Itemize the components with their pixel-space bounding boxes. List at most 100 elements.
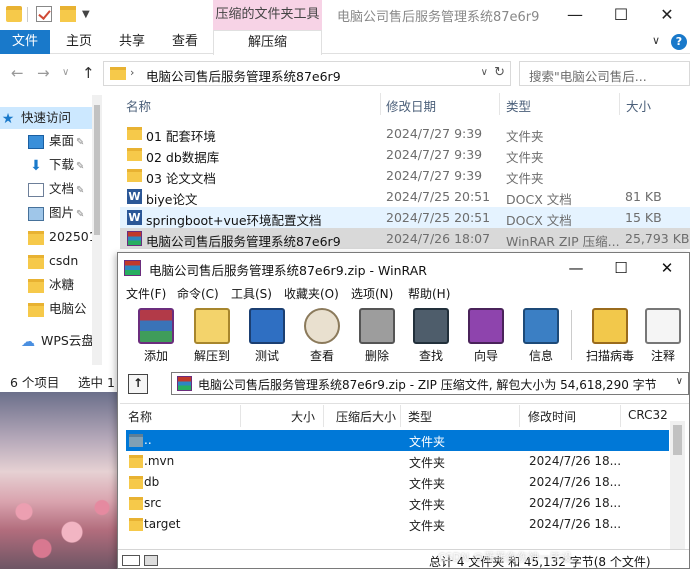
quick-access-dropdown-icon[interactable]: ▼	[82, 9, 90, 20]
maximize-button[interactable]: ☐	[598, 0, 644, 30]
file-row[interactable]: 01 配套环境 2024/7/27 9:39 文件夹	[120, 123, 690, 144]
find-button[interactable]: 查找	[406, 306, 456, 364]
sidebar-item-documents[interactable]: 文档 ✎	[0, 178, 100, 200]
delete-button[interactable]: 删除	[352, 306, 402, 364]
column-header-name[interactable]: 名称	[128, 408, 152, 425]
column-divider[interactable]	[240, 405, 241, 427]
sidebar-item-folder-diannao[interactable]: 电脑公	[0, 298, 100, 320]
column-divider[interactable]	[519, 405, 520, 427]
key-icon[interactable]	[144, 555, 158, 566]
menu-commands[interactable]: 命令(C)	[177, 285, 219, 302]
column-header-size[interactable]: 大小	[626, 96, 651, 114]
address-text[interactable]: 电脑公司售后服务管理系统87e6r9	[146, 66, 341, 85]
view-button[interactable]: 查看	[297, 306, 347, 364]
extract-to-button[interactable]: 解压到	[187, 306, 237, 364]
file-row[interactable]: 03 论文文档 2024/7/27 9:39 文件夹	[120, 165, 690, 186]
file-row[interactable]: 02 db数据库 2024/7/27 9:39 文件夹	[120, 144, 690, 165]
view-icon	[304, 308, 340, 344]
column-divider[interactable]	[380, 93, 381, 115]
cloud-icon: ☁	[21, 333, 35, 350]
file-size: 81 KB	[625, 189, 662, 204]
recent-locations-icon[interactable]: ∨	[62, 67, 69, 78]
help-icon[interactable]: ?	[671, 34, 687, 50]
sidebar-scroll-thumb[interactable]	[94, 105, 100, 235]
file-row[interactable]: W springboot+vue环境配置文档 2024/7/25 20:51 D…	[120, 207, 690, 228]
archive-list-scroll-thumb[interactable]	[673, 425, 682, 455]
tab-file[interactable]: 文件	[0, 30, 50, 54]
tab-share[interactable]: 共享	[119, 30, 145, 54]
test-button[interactable]: 测试	[242, 306, 292, 364]
column-header-date[interactable]: 修改日期	[386, 96, 436, 114]
menu-favorites[interactable]: 收藏夹(O)	[284, 285, 339, 302]
sidebar-item-downloads[interactable]: ⬇ 下载 ✎	[0, 154, 100, 176]
virus-scan-button[interactable]: 扫描病毒	[581, 306, 639, 364]
column-divider[interactable]	[620, 405, 621, 427]
add-archive-icon	[138, 308, 174, 344]
column-divider[interactable]	[400, 405, 401, 427]
menu-tools[interactable]: 工具(S)	[231, 285, 272, 302]
tab-extract[interactable]: 解压缩	[213, 30, 322, 55]
tab-view[interactable]: 查看	[172, 30, 198, 54]
sidebar-item-pictures[interactable]: 图片 ✎	[0, 202, 100, 224]
column-header-type[interactable]: 类型	[408, 408, 432, 425]
sidebar-item-quick-access[interactable]: ★ 快速访问	[0, 107, 100, 129]
sidebar-item-folder-bingtang[interactable]: 冰糖	[0, 274, 100, 296]
up-folder-button[interactable]: ↑	[128, 374, 148, 394]
sidebar-item-folder-csdn[interactable]: csdn	[0, 250, 100, 272]
column-divider[interactable]	[323, 405, 324, 427]
winrar-logo-icon	[124, 260, 141, 276]
menu-file[interactable]: 文件(F)	[126, 285, 166, 302]
menu-help[interactable]: 帮助(H)	[408, 285, 450, 302]
archive-row[interactable]: src 文件夹 2024/7/26 18...	[126, 493, 669, 514]
up-arrow-icon[interactable]: ↑	[82, 64, 95, 82]
column-divider[interactable]	[499, 93, 500, 115]
refresh-icon[interactable]: ↻	[494, 65, 505, 80]
tool-label: 向导	[473, 349, 498, 363]
address-bar[interactable]: › 电脑公司售后服务管理系统87e6r9 ∨ ↻	[103, 61, 511, 86]
sidebar-item-label: 文档	[49, 181, 75, 196]
chevron-right-icon[interactable]: ›	[130, 66, 134, 79]
close-button[interactable]: ✕	[644, 253, 689, 283]
archive-row[interactable]: db 文件夹 2024/7/26 18...	[126, 472, 669, 493]
menu-options[interactable]: 选项(N)	[351, 285, 393, 302]
chevron-down-icon[interactable]: ∨	[481, 67, 488, 78]
close-button[interactable]: ✕	[644, 0, 690, 30]
comment-button[interactable]: 注释	[643, 306, 683, 364]
column-header-name[interactable]: 名称	[126, 96, 151, 114]
wizard-button[interactable]: 向导	[461, 306, 511, 364]
archive-entry-type: 文件夹	[409, 477, 446, 491]
archive-row[interactable]: .mvn 文件夹 2024/7/26 18...	[126, 451, 669, 472]
file-row[interactable]: 电脑公司售后服务管理系统87e6r9 2024/7/26 18:07 WinRA…	[120, 228, 690, 249]
sidebar-item-wps-cloud[interactable]: ☁ WPS云盘	[0, 330, 100, 352]
sidebar-item-folder-202501[interactable]: 202501	[0, 226, 100, 248]
add-button[interactable]: 添加	[131, 306, 181, 364]
properties-check-icon[interactable]	[36, 6, 52, 22]
maximize-button[interactable]: ☐	[598, 253, 644, 283]
column-header-type[interactable]: 类型	[506, 96, 531, 114]
archive-row[interactable]: target 文件夹 2024/7/26 18...	[126, 514, 669, 535]
drive-icon[interactable]	[122, 555, 140, 566]
info-button[interactable]: 信息	[516, 306, 566, 364]
sidebar-item-desktop[interactable]: 桌面 ✎	[0, 130, 100, 152]
file-row[interactable]: W biye论文 2024/7/25 20:51 DOCX 文档 81 KB	[120, 186, 690, 207]
column-header-packed[interactable]: 压缩后大小	[336, 408, 396, 425]
tool-label: 删除	[364, 349, 389, 363]
archive-path-dropdown[interactable]: 电脑公司售后服务管理系统87e6r9.zip - ZIP 压缩文件, 解包大小为…	[171, 372, 689, 395]
column-header-modified[interactable]: 修改时间	[528, 408, 576, 425]
file-name: 01 配套环境	[146, 129, 216, 144]
tab-home[interactable]: 主页	[66, 30, 92, 54]
new-folder-icon[interactable]	[60, 6, 76, 22]
folder-icon	[127, 169, 142, 182]
archive-row[interactable]: .. 文件夹	[126, 430, 669, 451]
folder-icon	[129, 497, 143, 510]
minimize-button[interactable]: —	[553, 253, 599, 283]
column-header-crc32[interactable]: CRC32	[628, 408, 668, 422]
back-arrow-icon[interactable]: ←	[11, 64, 24, 82]
forward-arrow-icon[interactable]: →	[37, 64, 50, 82]
column-header-size[interactable]: 大小	[291, 408, 315, 425]
ribbon-collapse-icon[interactable]: ∨	[652, 34, 660, 47]
chevron-down-icon[interactable]: ∨	[676, 376, 683, 387]
column-divider[interactable]	[619, 93, 620, 115]
minimize-button[interactable]: —	[552, 0, 598, 30]
search-input[interactable]: 搜索"电脑公司售后...	[519, 61, 690, 86]
